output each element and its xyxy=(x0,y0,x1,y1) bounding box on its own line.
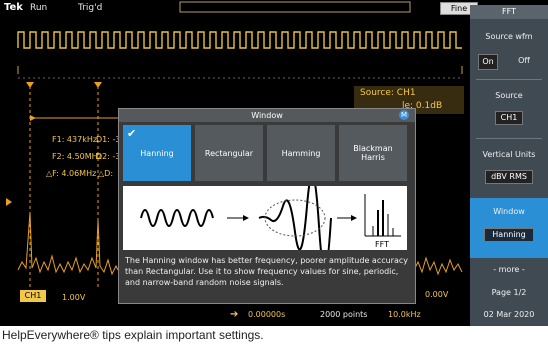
record-length: 2000 points xyxy=(320,310,368,319)
minimize-icon[interactable]: M xyxy=(399,110,409,120)
trigger-level: 0.00V xyxy=(425,290,449,299)
fft-diagram: FFT xyxy=(140,173,401,271)
cursor-delta-d: △D: xyxy=(98,169,114,178)
window-setting[interactable]: Window Hanning xyxy=(470,198,548,258)
fft-side-panel: FFT Source wfm On Off Source CH1 Vertica… xyxy=(470,5,548,326)
divider xyxy=(476,79,542,80)
date-readout: 02 Mar 2020 xyxy=(483,310,535,319)
cursor-d1: D1: -3 xyxy=(96,135,121,144)
cursor-f1: F1: 437kHz xyxy=(52,135,98,144)
more-button[interactable]: - more - xyxy=(470,265,548,274)
checkmark-icon: ✔ xyxy=(127,127,137,140)
ch1-scale: 1.00V xyxy=(62,293,86,302)
source-readout: Source: CH1 xyxy=(360,88,416,98)
vertical-units-label: Vertical Units xyxy=(482,150,536,159)
panel-title: FFT xyxy=(470,5,548,19)
oscilloscope-screen: Tek Run Trig'd Fine Source: CH1 le: 0.1d… xyxy=(0,0,548,326)
option-hanning[interactable]: ✔ Hanning xyxy=(123,125,191,181)
sample-rate: 10.0kHz xyxy=(388,310,421,319)
help-text: The Hanning window has better frequency,… xyxy=(125,256,409,287)
on-button[interactable]: On xyxy=(478,54,498,70)
option-blackman-harris[interactable]: Blackman Harris xyxy=(339,125,407,181)
vertical-units-value[interactable]: dBV RMS xyxy=(485,170,533,184)
source-wfm-label: Source wfm xyxy=(485,32,533,41)
cursor-delta-f: △F: 4.06MHz xyxy=(46,169,97,178)
position-arrow-icon: ➔ xyxy=(230,309,239,320)
option-rectangular[interactable]: Rectangular xyxy=(195,125,263,181)
source-value[interactable]: CH1 xyxy=(495,111,523,125)
off-button[interactable]: Off xyxy=(504,56,544,65)
window-label: Window xyxy=(493,207,525,216)
fft-label: FFT xyxy=(375,240,389,249)
dialog-title: Window xyxy=(119,109,415,122)
window-illustration: FFT xyxy=(123,173,407,271)
horizontal-position: 0.00000s xyxy=(248,310,286,319)
ch1-badge[interactable]: CH1 xyxy=(20,290,46,302)
fft-spectrum xyxy=(17,211,119,276)
digital-waveform xyxy=(17,31,462,49)
caption-text: HelpEverywhere® tips explain important s… xyxy=(2,328,264,342)
source-label: Source xyxy=(495,91,523,100)
page-indicator: Page 1/2 xyxy=(491,288,527,297)
window-value: Hanning xyxy=(484,228,534,242)
option-hamming[interactable]: Hamming xyxy=(267,125,335,181)
window-dialog: Window M ✔ Hanning Rectangular Hamming B… xyxy=(118,108,416,304)
divider xyxy=(476,138,542,139)
cursor-f2: F2: 4.50MHz xyxy=(52,152,102,161)
cursor-d2: D2: -3 xyxy=(96,152,121,161)
